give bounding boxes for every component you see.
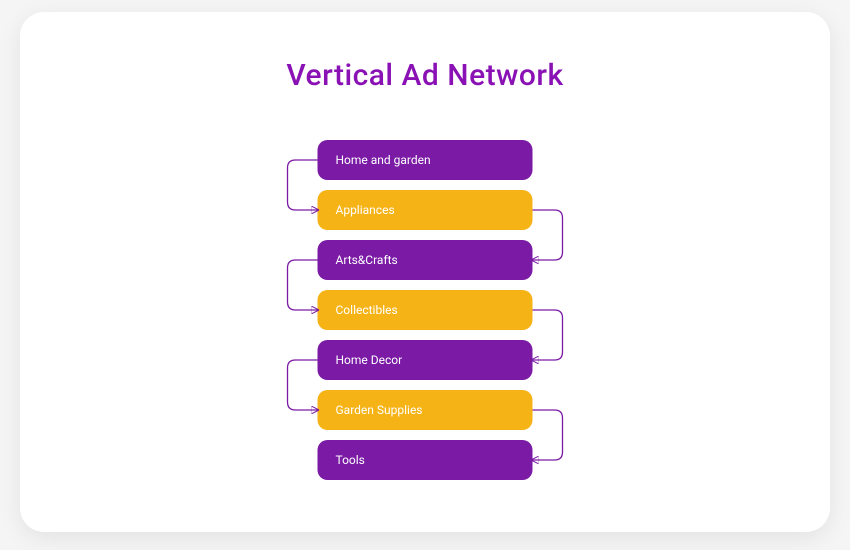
node-home-decor: Home Decor <box>318 340 533 380</box>
connector-arrow <box>288 160 318 210</box>
node-label: Home and garden <box>336 153 431 167</box>
diagram-title: Vertical Ad Network <box>20 58 830 93</box>
connector-arrow <box>533 410 563 460</box>
connector-arrow <box>533 210 563 260</box>
node-label: Tools <box>336 453 365 467</box>
connector-arrow <box>533 310 563 360</box>
node-stack: Home and garden Appliances Arts&Crafts C… <box>318 140 533 490</box>
diagram-card: Vertical Ad Network Home and garden Appl… <box>20 12 830 532</box>
connector-arrow <box>288 360 318 410</box>
node-garden-supplies: Garden Supplies <box>318 390 533 430</box>
node-label: Collectibles <box>336 303 398 317</box>
connector-arrow <box>288 260 318 310</box>
node-label: Garden Supplies <box>336 403 423 417</box>
node-home-and-garden: Home and garden <box>318 140 533 180</box>
node-collectibles: Collectibles <box>318 290 533 330</box>
node-label: Appliances <box>336 203 395 217</box>
node-appliances: Appliances <box>318 190 533 230</box>
node-tools: Tools <box>318 440 533 480</box>
node-arts-and-crafts: Arts&Crafts <box>318 240 533 280</box>
node-label: Home Decor <box>336 353 403 367</box>
node-label: Arts&Crafts <box>336 253 398 267</box>
